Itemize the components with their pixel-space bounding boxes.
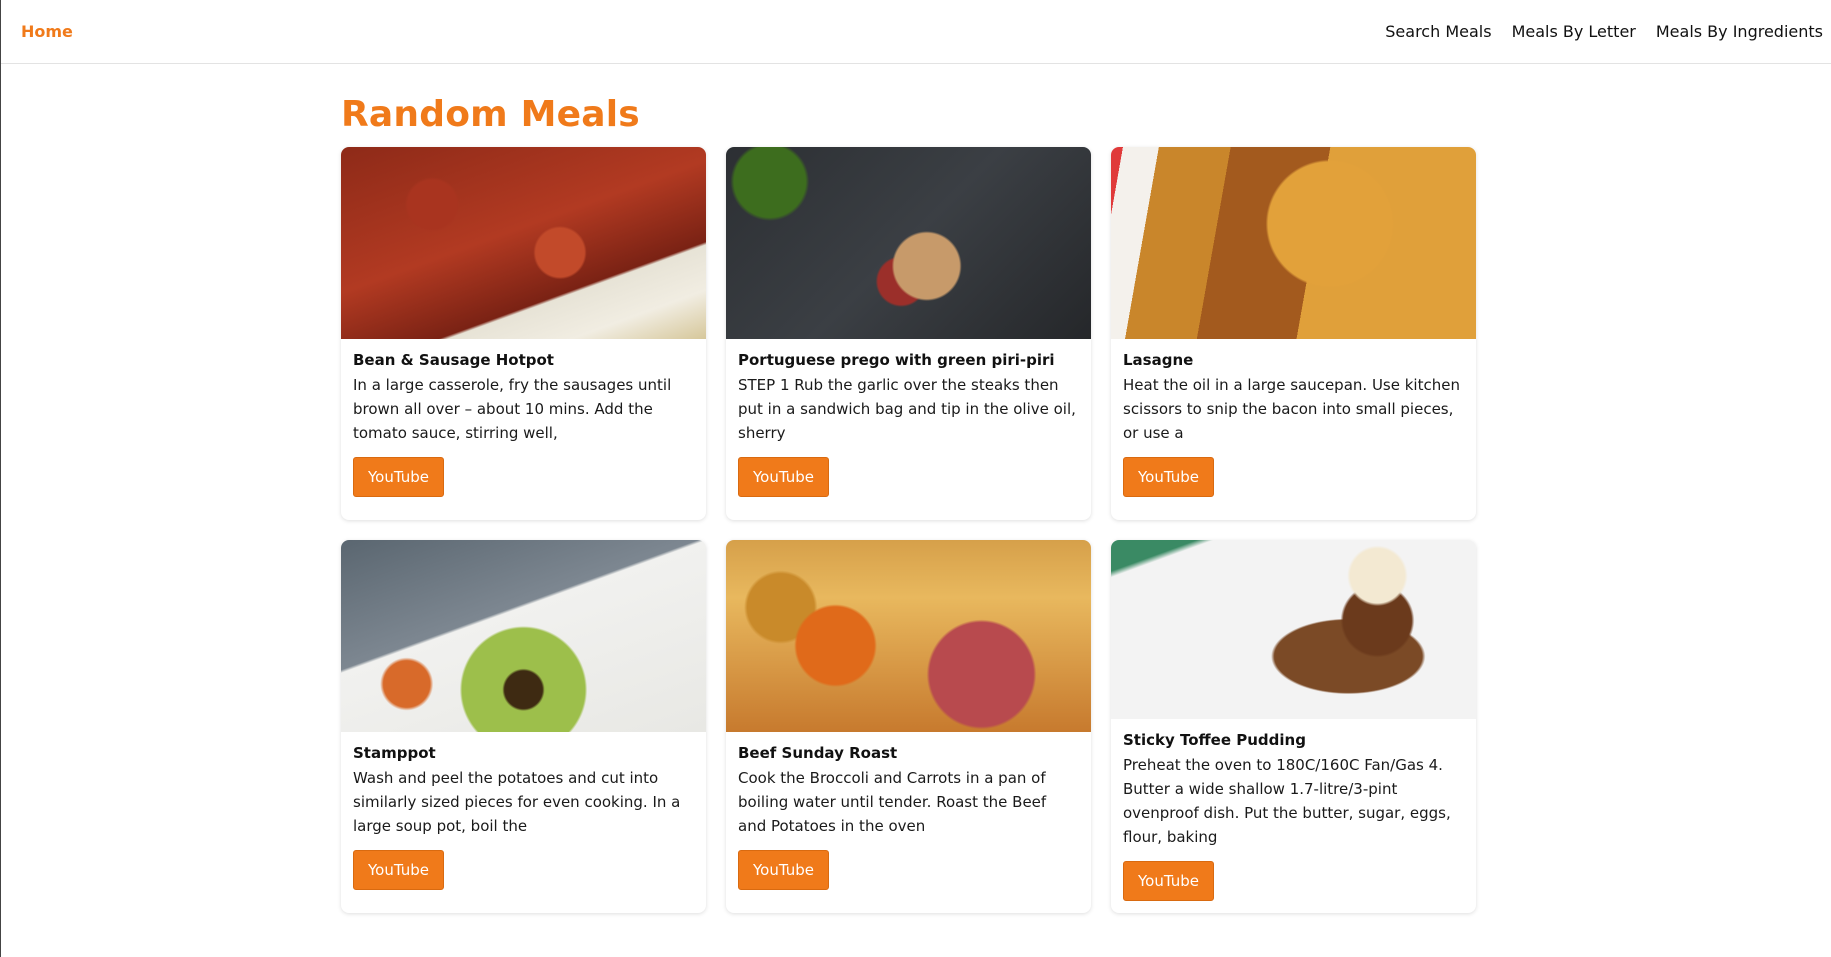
meal-title: Portuguese prego with green piri-piri [738,351,1055,369]
meal-image[interactable] [341,147,706,339]
meal-card-body: Lasagne Heat the oil in a large saucepan… [1111,339,1476,509]
meal-image[interactable] [341,540,706,732]
nav-links: Search Meals Meals By Letter Meals By In… [1385,22,1823,41]
nav-search-meals-link[interactable]: Search Meals [1385,22,1491,41]
meal-title: Bean & Sausage Hotpot [353,351,554,369]
meal-card[interactable]: Bean & Sausage Hotpot In a large cassero… [341,147,706,520]
meal-card[interactable]: Stamppot Wash and peel the potatoes and … [341,540,706,913]
youtube-button[interactable]: YouTube [738,850,829,890]
meal-card-body: Portuguese prego with green piri-piri ST… [726,339,1091,509]
meal-card[interactable]: Portuguese prego with green piri-piri ST… [726,147,1091,520]
meal-card[interactable]: Sticky Toffee Pudding Preheat the oven t… [1111,540,1476,913]
meal-card-body: Sticky Toffee Pudding Preheat the oven t… [1111,719,1476,913]
meal-description: STEP 1 Rub the garlic over the steaks th… [738,376,1076,442]
meal-card[interactable]: Lasagne Heat the oil in a large saucepan… [1111,147,1476,520]
meal-title: Sticky Toffee Pudding [1123,731,1306,749]
meal-title: Lasagne [1123,351,1194,369]
meal-description: Preheat the oven to 180C/160C Fan/Gas 4.… [1123,756,1451,846]
meal-title: Stamppot [353,744,436,762]
meal-description: Heat the oil in a large saucepan. Use ki… [1123,376,1460,442]
meal-card-body: Beef Sunday Roast Cook the Broccoli and … [726,732,1091,902]
meal-description: Wash and peel the potatoes and cut into … [353,769,681,835]
meal-image[interactable] [1111,540,1476,719]
youtube-button[interactable]: YouTube [738,457,829,497]
meal-image[interactable] [726,540,1091,732]
nav-meals-by-letter-link[interactable]: Meals By Letter [1512,22,1636,41]
meal-card[interactable]: Beef Sunday Roast Cook the Broccoli and … [726,540,1091,913]
nav-home-link[interactable]: Home [21,22,73,41]
meal-description: In a large casserole, fry the sausages u… [353,376,672,442]
main-content: Random Meals Bean & Sausage Hotpot In a … [341,64,1491,913]
youtube-button[interactable]: YouTube [353,457,444,497]
meal-card-body: Stamppot Wash and peel the potatoes and … [341,732,706,902]
youtube-button[interactable]: YouTube [1123,861,1214,901]
youtube-button[interactable]: YouTube [1123,457,1214,497]
top-navbar: Home Search Meals Meals By Letter Meals … [1,0,1831,64]
meal-description: Cook the Broccoli and Carrots in a pan o… [738,769,1047,835]
meal-image[interactable] [1111,147,1476,339]
page-title: Random Meals [341,94,640,135]
meal-card-body: Bean & Sausage Hotpot In a large cassero… [341,339,706,509]
meal-grid: Bean & Sausage Hotpot In a large cassero… [341,147,1491,913]
youtube-button[interactable]: YouTube [353,850,444,890]
nav-meals-by-ingredients-link[interactable]: Meals By Ingredients [1656,22,1823,41]
meal-title: Beef Sunday Roast [738,744,898,762]
meal-image[interactable] [726,147,1091,339]
